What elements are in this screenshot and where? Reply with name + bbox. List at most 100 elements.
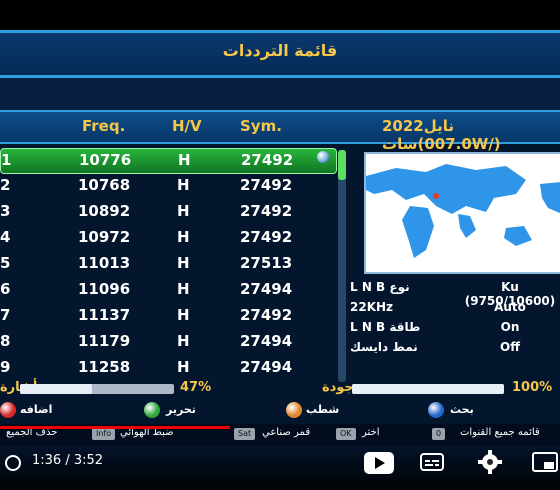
row-hv: H <box>178 151 191 169</box>
green-button-label: تحرير <box>166 403 196 416</box>
row-freq: 11096 <box>78 280 131 298</box>
row-hv: H <box>177 254 190 272</box>
row-sym: 27492 <box>240 176 293 194</box>
world-map <box>364 152 560 274</box>
row-freq: 10972 <box>78 228 131 246</box>
row-index: 6 <box>0 280 11 298</box>
row-hv: H <box>177 280 190 298</box>
row-sym: 27494 <box>240 358 293 376</box>
row-freq: 11013 <box>78 254 131 272</box>
transponder-list: 1 10776 H 27492 2 10768 H 27492 3 10892 … <box>0 146 340 382</box>
info-value: On <box>500 320 520 334</box>
row-freq: 10892 <box>78 202 131 220</box>
orange-button-icon[interactable] <box>286 402 302 418</box>
hint-select: اختر <box>362 427 380 438</box>
signal-bars: أشارة 47% جودة 100% <box>0 378 560 400</box>
captions-icon[interactable] <box>420 452 444 472</box>
world-map-icon <box>366 154 560 272</box>
hint-satellite: قمر صناعي <box>262 427 311 438</box>
spacer <box>0 78 560 110</box>
table-row[interactable]: 6 11096 H 27494 <box>0 278 335 302</box>
top-letterbox <box>0 0 560 30</box>
info-value: Off <box>500 340 520 354</box>
title-bar: قائمة الترددات <box>0 30 560 78</box>
quality-label: جودة <box>322 380 354 395</box>
zero-key[interactable]: 0 <box>432 428 446 440</box>
video-player-controls: 1:36 / 3:52 <box>0 446 560 490</box>
satellite-name: 2022نايل سات(007.0W/) <box>382 117 501 153</box>
info-row: نمط دايسك Off <box>350 338 560 358</box>
col-sym: Sym. <box>240 117 282 135</box>
blue-button-label: بحث <box>450 403 474 416</box>
red-button-label: اضافه <box>20 403 53 416</box>
table-row[interactable]: 1 10776 H 27492 <box>0 148 337 174</box>
info-key[interactable]: Info <box>92 428 116 440</box>
table-row[interactable]: 2 10768 H 27492 <box>0 174 335 198</box>
strength-value: 47% <box>180 380 212 395</box>
table-row[interactable]: 8 11179 H 27494 <box>0 330 335 354</box>
row-index: 1 <box>1 151 12 169</box>
quality-bar <box>352 384 504 394</box>
row-hv: H <box>177 332 190 350</box>
green-button-icon[interactable] <box>144 402 160 418</box>
row-freq: 11137 <box>78 306 131 324</box>
red-button-icon[interactable] <box>0 402 16 418</box>
sat-key[interactable]: Sat <box>234 428 256 440</box>
row-hv: H <box>177 228 190 246</box>
table-row[interactable]: 5 11013 H 27513 <box>0 252 335 276</box>
hint-all-channels: قائمه جميع القنوات <box>460 427 540 438</box>
table-row[interactable]: 9 11258 H 27494 <box>0 356 335 380</box>
strength-bar <box>20 384 174 394</box>
row-sym: 27494 <box>240 332 293 350</box>
orange-button-label: شطب <box>306 403 340 416</box>
row-hv: H <box>177 176 190 194</box>
quality-value: 100% <box>512 380 553 395</box>
blue-button-icon[interactable] <box>428 402 444 418</box>
table-row[interactable]: 7 11137 H 27492 <box>0 304 335 328</box>
row-index: 7 <box>0 306 11 324</box>
col-hv: H/V <box>172 117 202 135</box>
table-row[interactable]: 4 10972 H 27492 <box>0 226 335 250</box>
row-freq: 10768 <box>78 176 131 194</box>
ok-key[interactable]: OK <box>336 428 356 440</box>
row-index: 3 <box>0 202 11 220</box>
row-index: 5 <box>0 254 11 272</box>
replay-icon[interactable] <box>4 454 22 472</box>
row-freq: 11258 <box>78 358 131 376</box>
list-scrollbar[interactable] <box>338 150 346 382</box>
play-icon[interactable] <box>362 448 396 478</box>
row-hv: H <box>177 202 190 220</box>
video-time: 1:36 / 3:52 <box>32 453 104 468</box>
row-freq: 11179 <box>78 332 131 350</box>
info-label: L N B نوع <box>350 280 410 294</box>
miniplayer-icon[interactable] <box>532 452 558 472</box>
row-index: 4 <box>0 228 11 246</box>
strength-fill <box>20 384 93 394</box>
info-row: L N B نوع Ku (9750/10600) <box>350 278 560 308</box>
gear-icon[interactable] <box>478 450 502 474</box>
info-label: نمط دايسك <box>350 340 418 354</box>
column-header: Freq. H/V Sym. 2022نايل سات(007.0W/) <box>0 110 560 153</box>
tv-screen: قائمة الترددات Freq. H/V Sym. 2022نايل س… <box>0 0 560 490</box>
selected-indicator-icon <box>317 151 329 163</box>
row-hv: H <box>177 306 190 324</box>
row-sym: 27494 <box>240 280 293 298</box>
scrollbar-thumb[interactable] <box>338 150 346 180</box>
table-row[interactable]: 3 10892 H 27492 <box>0 200 335 224</box>
row-sym: 27492 <box>240 202 293 220</box>
video-progress-bar[interactable] <box>0 426 230 429</box>
color-button-bar: اضافه تحرير شطب بحث <box>0 400 560 422</box>
row-hv: H <box>177 358 190 376</box>
row-sym: 27492 <box>240 228 293 246</box>
row-index: 2 <box>0 176 11 194</box>
row-sym: 27513 <box>240 254 293 272</box>
col-freq: Freq. <box>82 117 126 135</box>
info-value: Auto <box>494 300 526 314</box>
quality-fill <box>352 384 504 394</box>
info-label: 22KHz <box>350 300 394 314</box>
page-title: قائمة الترددات <box>222 41 338 60</box>
info-label: L N B طاقة <box>350 320 421 334</box>
row-index: 9 <box>0 358 11 376</box>
info-row: 22KHz Auto <box>350 298 560 318</box>
row-sym: 27492 <box>241 151 294 169</box>
